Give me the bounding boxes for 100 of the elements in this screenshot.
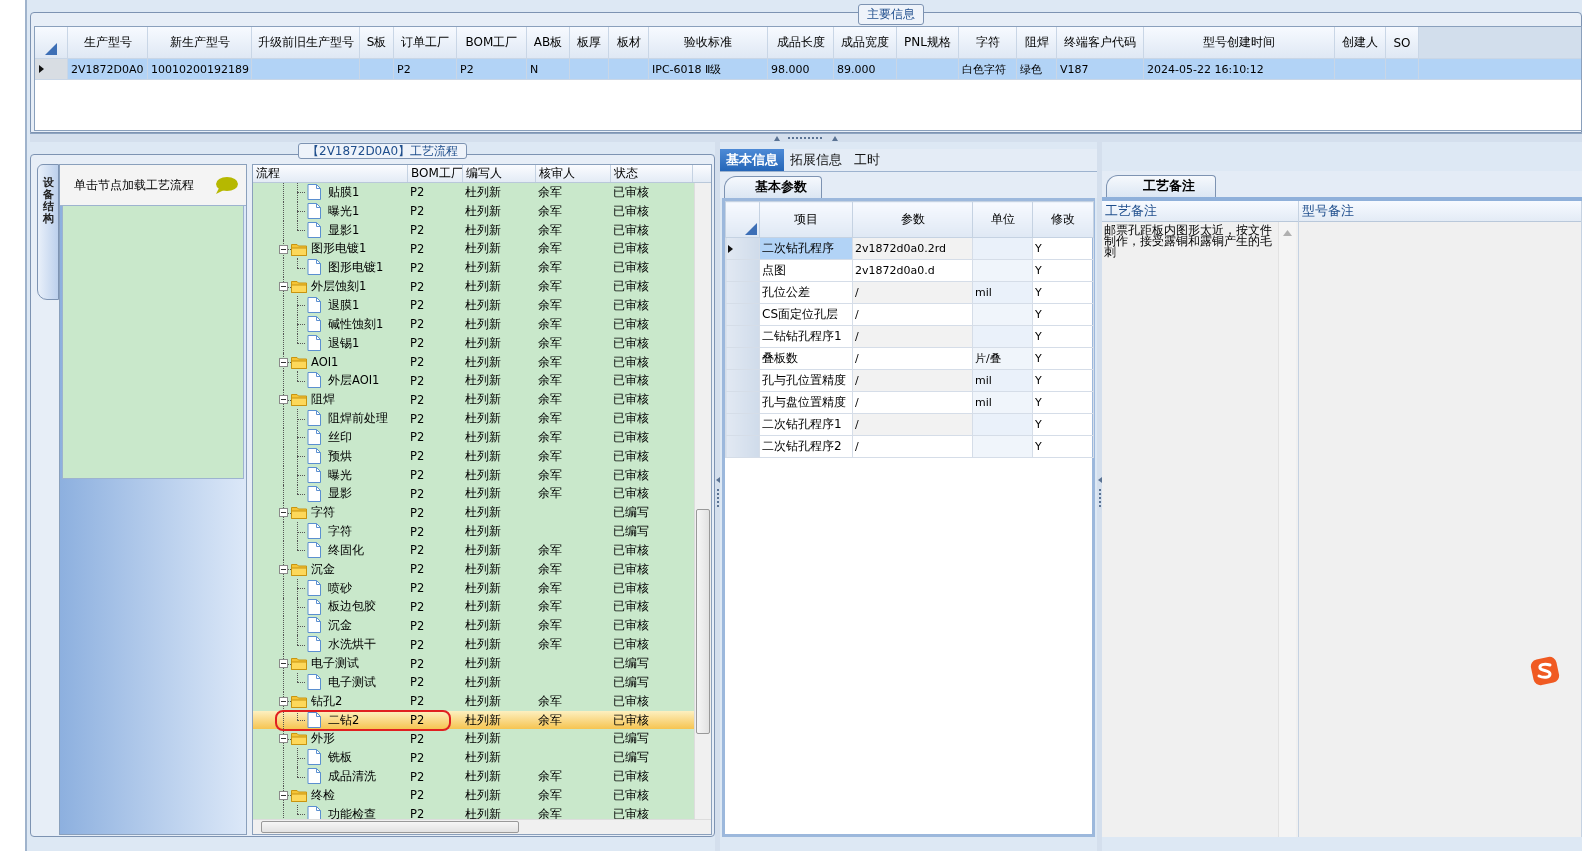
tree-row[interactable]: 喷砂 P2 杜列新 余军 已审核 [253, 578, 694, 598]
tree-row[interactable]: 图形电镀1 P2 杜列新 余军 已审核 [253, 258, 694, 278]
tab[interactable]: 基本参数 [724, 176, 822, 198]
column-header[interactable]: 生产型号 [68, 27, 148, 59]
tree-row[interactable]: AOI1 P2 杜列新 余军 已审核 [253, 352, 694, 372]
table-row[interactable]: 2V1872D0A0 10010200192189 P2 P2 N IPC-6018 Ⅱ级 98.000 89.000 白色字符 绿色 V187 2024-05-22 16:10:12 [35, 59, 1581, 80]
column-header[interactable]: 验收标准 [649, 27, 768, 59]
tree-row[interactable]: 电子测试 P2 杜列新 已编写 [253, 654, 694, 673]
column-header[interactable]: 终端客户代码 [1057, 27, 1144, 59]
tree-row[interactable]: 曝光1 P2 杜列新 余军 已审核 [253, 201, 694, 221]
table-cell: 已审核 [613, 203, 649, 218]
column-header[interactable]: 新生产型号 [148, 27, 252, 59]
tree-row[interactable]: 外形 P2 杜列新 已编写 [253, 729, 694, 749]
collapse-icon[interactable] [279, 696, 288, 706]
tree-row[interactable]: 外层蚀刻1 P2 杜列新 余军 已审核 [253, 277, 694, 297]
tree-row[interactable]: 二钻2 P2 杜列新 余军 已审核 [253, 710, 694, 730]
column-header[interactable]: 阻焊 [1017, 27, 1057, 59]
tree-row[interactable]: 显影1 P2 杜列新 余军 已审核 [253, 220, 694, 240]
collapse-icon[interactable] [279, 357, 288, 367]
row-header[interactable] [725, 237, 760, 260]
tree-row[interactable]: 字符 P2 杜列新 已编写 [253, 522, 694, 542]
tree-node-label: 铣板 [328, 750, 352, 766]
table-cell: 孔与孔位置精度 [762, 373, 846, 387]
collapse-icon[interactable] [279, 659, 288, 669]
column-header[interactable]: 升级前旧生产型号 [252, 27, 360, 59]
column-header[interactable]: 单位 [972, 201, 1033, 238]
tree-row[interactable]: 沉金 P2 杜列新 余军 已审核 [253, 559, 694, 579]
collapse-icon[interactable] [279, 395, 288, 405]
tree-node-label: 图形电镀1 [328, 260, 384, 276]
table-cell: P2 [410, 505, 425, 520]
tree-row[interactable]: 显影 P2 杜列新 余军 已审核 [253, 484, 694, 504]
column-header[interactable]: 板材 [609, 27, 649, 59]
table-cell: 余军 [538, 542, 562, 557]
collapse-icon[interactable] [279, 734, 288, 744]
column-header[interactable]: S板 [360, 27, 394, 59]
column-header[interactable]: SO [1386, 27, 1419, 59]
table-cell: P2 [410, 713, 425, 728]
tree-node-label: 退膜1 [328, 298, 360, 313]
tree-row[interactable]: 终检 P2 杜列新 余军 已审核 [253, 786, 694, 805]
column-header[interactable]: BOM工厂 [457, 27, 527, 59]
tree-row[interactable]: 字符 P2 杜列新 已编写 [253, 503, 694, 523]
table-cell: 余军 [538, 712, 562, 727]
column-header[interactable]: AB板 [527, 27, 570, 59]
column-header[interactable]: 板厚 [570, 27, 609, 59]
tree-row[interactable]: 丝印 P2 杜列新 余军 已审核 [253, 427, 694, 447]
tree-node-label: 沉金 [328, 618, 352, 634]
tree-row[interactable]: 板边包胶 P2 杜列新 余军 已审核 [253, 597, 694, 617]
tab[interactable]: 工时 [848, 149, 886, 171]
collapse-icon[interactable] [279, 282, 288, 292]
column-header[interactable]: 参数 [852, 201, 973, 238]
column-header[interactable]: PNL规格 [897, 27, 959, 59]
table-cell: 余军 [538, 222, 562, 237]
collapse-icon[interactable] [279, 244, 288, 254]
tree-node-label: 字符 [328, 524, 352, 540]
tree-row[interactable]: 水洗烘干 P2 杜列新 余军 已审核 [253, 635, 694, 655]
table-cell: 已审核 [613, 354, 649, 369]
tree-row[interactable]: 曝光 P2 杜列新 余军 已审核 [253, 465, 694, 485]
tree-row[interactable]: 外层AOI1 P2 杜列新 余军 已审核 [253, 371, 694, 391]
column-header[interactable]: 型号创建时间 [1144, 27, 1335, 59]
table-cell: P2 [410, 486, 425, 501]
tree-node-label: 阻焊前处理 [328, 411, 388, 427]
table-cell: 二次钻孔程序1 [762, 417, 842, 431]
column-header[interactable]: 成品宽度 [834, 27, 897, 59]
tree-row[interactable]: 预烘 P2 杜列新 余军 已审核 [253, 446, 694, 466]
column-header[interactable]: 核审人 [536, 165, 611, 182]
tree-row[interactable]: 电子测试 P2 杜列新 已编写 [253, 672, 694, 692]
tree-row[interactable]: 贴膜1 P2 杜列新 余军 已审核 [253, 183, 694, 202]
text-area[interactable]: 邮票孔距板内图形太近，按文件制作，接受露铜和露铜产生的毛刺 [1102, 222, 1298, 837]
tab[interactable]: 基本信息 [720, 149, 784, 171]
table-cell: P2 [410, 204, 425, 219]
column-header[interactable]: 订单工厂 [394, 27, 457, 59]
collapse-icon[interactable] [279, 791, 288, 800]
column-header[interactable]: 字符 [959, 27, 1017, 59]
table-cell: Y [1035, 374, 1042, 387]
collapse-icon[interactable] [279, 564, 288, 574]
column-header[interactable]: 成品长度 [768, 27, 834, 59]
tab[interactable]: 工艺备注 [1106, 175, 1216, 197]
document-icon [307, 334, 321, 351]
tab[interactable]: 拓展信息 [784, 149, 848, 171]
tree-row[interactable]: 退膜1 P2 杜列新 余军 已审核 [253, 296, 694, 315]
column-header[interactable]: 修改 [1032, 201, 1094, 238]
side-tab[interactable]: 设备结构 [37, 164, 59, 300]
tree-row[interactable]: 阻焊前处理 P2 杜列新 余军 已审核 [253, 409, 694, 428]
column-header[interactable]: 流程 [253, 165, 408, 182]
tree-row[interactable]: 沉金 P2 杜列新 余军 已审核 [253, 616, 694, 636]
tree-row[interactable]: 阻焊 P2 杜列新 余军 已审核 [253, 390, 694, 410]
column-header[interactable]: BOM工厂 [408, 165, 463, 182]
column-header[interactable]: 编写人 [463, 165, 536, 182]
tree-row[interactable]: 钻孔2 P2 杜列新 余军 已审核 [253, 691, 694, 711]
tree-row[interactable]: 退锡1 P2 杜列新 余军 已审核 [253, 333, 694, 353]
tree-row[interactable]: 碱性蚀刻1 P2 杜列新 余军 已审核 [253, 314, 694, 334]
tree-row[interactable]: 终固化 P2 杜列新 余军 已审核 [253, 541, 694, 560]
table-cell: IPC-6018 Ⅱ级 [652, 61, 722, 77]
collapse-icon[interactable] [279, 508, 288, 518]
tree-row[interactable]: 铣板 P2 杜列新 已编写 [253, 748, 694, 768]
tree-row[interactable]: 图形电镀1 P2 杜列新 余军 已审核 [253, 239, 694, 259]
column-header[interactable]: 项目 [759, 201, 853, 238]
tree-row[interactable]: 成品清洗 P2 杜列新 余军 已审核 [253, 767, 694, 786]
column-header[interactable]: 状态 [611, 165, 693, 182]
column-header[interactable]: 创建人 [1335, 27, 1386, 59]
